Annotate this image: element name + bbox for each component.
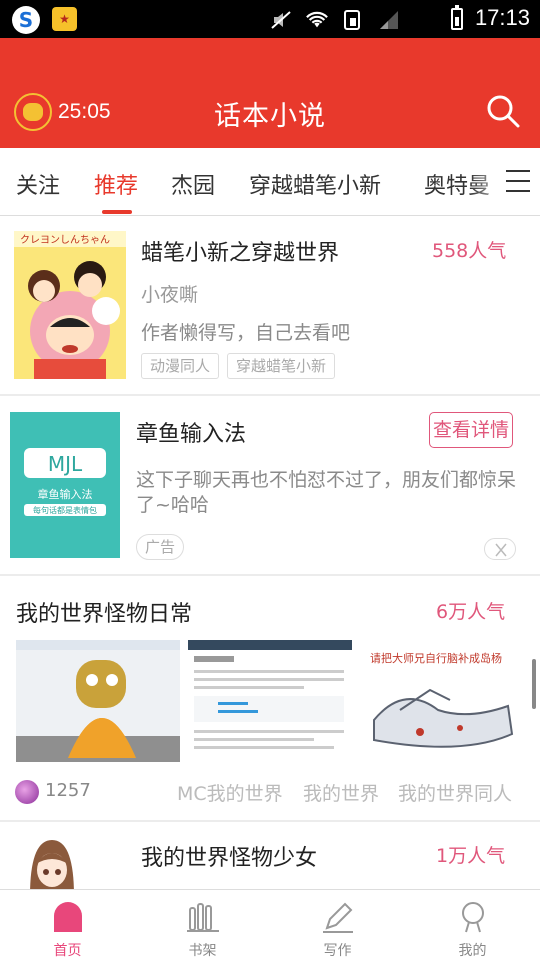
- nav-write[interactable]: 写作: [270, 890, 405, 960]
- signal-icon: [380, 11, 398, 29]
- list-item[interactable]: クレヨンしんちゃん 蜡笔小新之穿越世界 558人气 小夜嘶 作者懒得写，自己去看…: [0, 216, 540, 394]
- active-tab-indicator: [102, 210, 132, 214]
- status-bar: S ★ 17:13: [0, 0, 540, 38]
- sogou-s-icon: S: [12, 6, 40, 34]
- wifi-icon: [306, 11, 328, 28]
- profile-icon: [461, 902, 484, 933]
- book-cover: [22, 836, 82, 889]
- home-icon: [53, 902, 82, 932]
- tag-chip[interactable]: 动漫同人: [141, 353, 220, 379]
- screen: S ★ 17:13 25:05 话本小说 关注 推荐 杰园 穿越蜡笔小新 奥特曼…: [0, 0, 540, 960]
- book-title: 我的世界怪物日常: [16, 602, 193, 627]
- tag-link[interactable]: 我的世界: [303, 779, 379, 806]
- bookshelf-icon: [186, 903, 219, 932]
- app-title: 话本小说: [214, 101, 326, 132]
- ad-image: MJL 章鱼输入法 每句话都是表情包: [10, 412, 120, 558]
- gift-box-icon: ★: [52, 7, 77, 31]
- bottom-nav: 首页 书架 写作 我的: [0, 889, 540, 960]
- book-author: 小夜嘶: [141, 284, 199, 306]
- svg-text:章鱼输入法: 章鱼输入法: [38, 487, 93, 501]
- ad-title: 章鱼输入法: [136, 422, 247, 447]
- popularity-count: 6万人气: [436, 601, 506, 623]
- feed-list: クレヨンしんちゃん 蜡笔小新之穿越世界 558人气 小夜嘶 作者懒得写，自己去看…: [0, 216, 540, 889]
- tab-crayon-shin[interactable]: 穿越蜡笔小新: [249, 168, 381, 200]
- ad-description: 这下子聊天再也不怕怼不过了，朋友们都惊呆了~哈哈: [136, 469, 517, 516]
- svg-text:请把大师兄自行脑补成岛杨: 请把大师兄自行脑补成岛杨: [370, 651, 502, 665]
- close-icon[interactable]: [484, 538, 516, 560]
- ad-label: 广告: [136, 534, 185, 560]
- view-details-button[interactable]: 查看详情: [429, 412, 513, 448]
- tag-link[interactable]: 我的世界同人: [398, 779, 512, 806]
- tab-jieyuan[interactable]: 杰园: [171, 168, 215, 200]
- mute-icon: [271, 11, 291, 29]
- svg-text:MJL: MJL: [48, 452, 83, 476]
- menu-icon[interactable]: [506, 170, 530, 192]
- thumbnail-image: [188, 640, 352, 762]
- popularity-count: 1万人气: [436, 845, 506, 867]
- avatar: [15, 780, 39, 804]
- search-icon[interactable]: [486, 94, 520, 128]
- book-cover: クレヨンしんちゃん: [14, 231, 126, 379]
- battery-icon: [451, 5, 463, 30]
- tab-recommend[interactable]: 推荐: [94, 168, 138, 200]
- app-header: 25:05 话本小说: [0, 38, 540, 148]
- nav-label: 首页: [53, 943, 82, 959]
- status-icons: [270, 9, 400, 31]
- popularity-count: 558人气: [432, 240, 507, 262]
- thumbnail-image: 请把大师兄自行脑补成岛杨: [360, 640, 524, 762]
- cover-title-text: クレヨンしんちゃん: [20, 234, 110, 246]
- thumbnail-image: [16, 640, 180, 762]
- nav-label: 书架: [188, 943, 217, 959]
- sim-icon: [344, 10, 360, 30]
- pen-icon: [322, 902, 353, 933]
- reader-count: 1257: [45, 780, 91, 801]
- book-description: 作者懒得写，自己去看吧: [141, 322, 351, 344]
- tab-follow[interactable]: 关注: [16, 168, 60, 200]
- nav-label: 我的: [458, 943, 487, 959]
- status-time: 17:13: [474, 5, 530, 30]
- book-title: 我的世界怪物少女: [141, 846, 318, 871]
- nav-profile[interactable]: 我的: [405, 890, 540, 960]
- nav-bookshelf[interactable]: 书架: [135, 890, 270, 960]
- category-tabs: 关注 推荐 杰园 穿越蜡笔小新 奥特曼: [0, 148, 540, 216]
- scrollbar[interactable]: [532, 659, 536, 709]
- nav-home[interactable]: 首页: [0, 890, 135, 960]
- svg-text:每句话都是表情包: 每句话都是表情包: [33, 505, 97, 515]
- book-title: 蜡笔小新之穿越世界: [141, 241, 340, 266]
- tag-chip[interactable]: 穿越蜡笔小新: [227, 353, 336, 379]
- tag-link[interactable]: MC我的世界: [177, 779, 283, 806]
- nav-label: 写作: [323, 943, 352, 959]
